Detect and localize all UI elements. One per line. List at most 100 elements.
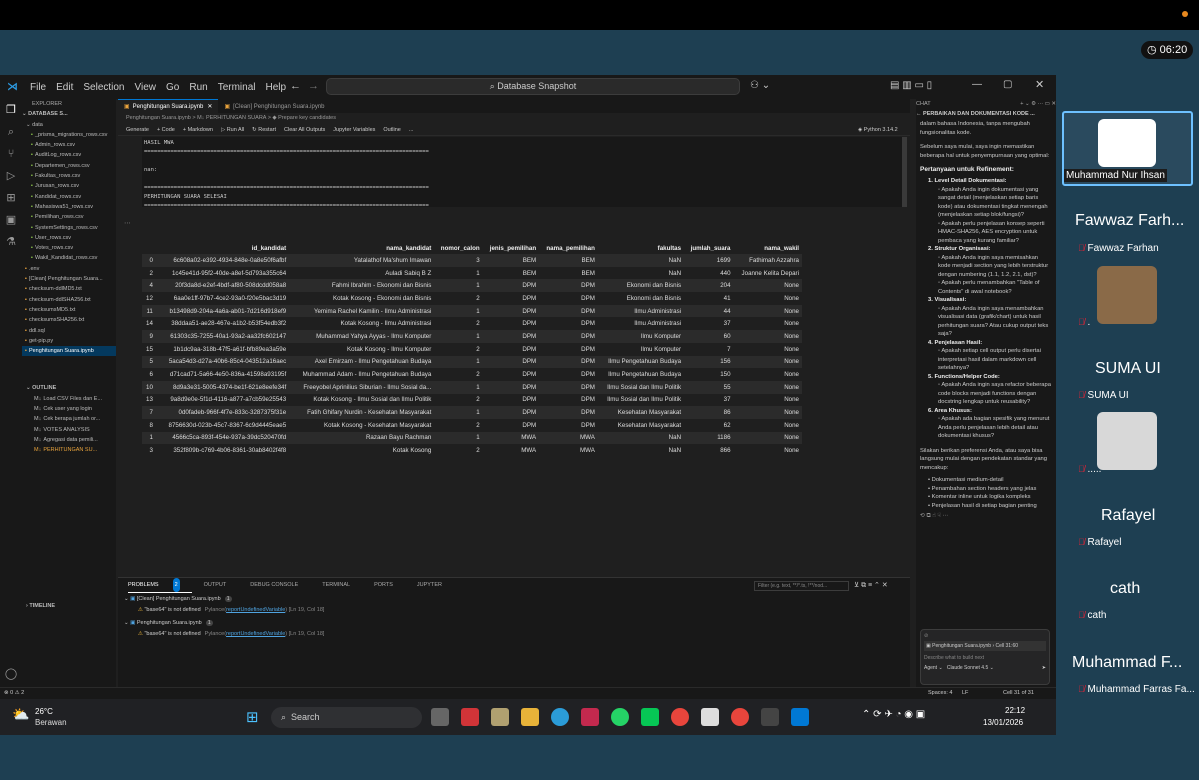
app-icon[interactable] (491, 708, 509, 726)
menu-item-file[interactable]: File (30, 82, 46, 93)
menu-item-help[interactable]: Help (266, 82, 287, 93)
attach-icon[interactable]: ⊘ (924, 633, 1046, 639)
output-scrollbar[interactable] (902, 137, 907, 207)
remote-icon[interactable]: ▣ (0, 209, 22, 231)
cell-more-icon[interactable]: ⋯ (124, 219, 131, 227)
toolbar-button-3[interactable]: ▷ Run All (221, 127, 244, 133)
file-item[interactable]: ▪ [Clean] Penghitungan Suara... (22, 274, 116, 284)
folder-data[interactable]: ⌄ data (22, 120, 116, 130)
panel-tab-problems[interactable]: PROBLEMS 2 (128, 578, 192, 593)
whatsapp-icon[interactable] (611, 708, 629, 726)
menu-item-run[interactable]: Run (189, 82, 207, 93)
file-item[interactable]: ▪ Mahasiswa51_rows.csv (22, 202, 116, 212)
back-arrow-icon[interactable]: ← (290, 80, 301, 92)
status-problems[interactable]: ⊗ 0 ⚠ 2 (4, 690, 24, 696)
run-debug-icon[interactable]: ▷ (0, 165, 22, 187)
copilot-icon[interactable]: ⚇ ⌄ (750, 80, 770, 91)
panel-tab-terminal[interactable]: TERMINAL (322, 578, 362, 592)
chrome-icon[interactable] (671, 708, 689, 726)
chat-feedback-icons[interactable]: ⟲ ⧉ ☝ ☟ ⋯ (920, 513, 1052, 520)
panel-tab-debug-console[interactable]: DEBUG CONSOLE (250, 578, 310, 592)
panel-tab-ports[interactable]: PORTS (374, 578, 405, 592)
app-icon[interactable] (461, 708, 479, 726)
kernel-picker[interactable]: ◈ Python 3.14.2 (858, 127, 898, 133)
breadcrumb[interactable]: Penghitungan Suara.ipynb > M↓ PERHITUNGA… (118, 113, 910, 124)
layout-icons[interactable]: ▤ ▥ ▭ ▯ (890, 80, 932, 91)
source-control-icon[interactable]: ⑂ (0, 143, 22, 165)
store-icon[interactable] (701, 708, 719, 726)
files-icon[interactable]: ❐ (0, 99, 22, 121)
chrome-icon[interactable] (731, 708, 749, 726)
problem-file-row[interactable]: ⌄ ▣ Penghitungan Suara.ipynb 1 (124, 618, 910, 629)
send-icon[interactable]: ➤ (1042, 665, 1046, 671)
file-item[interactable]: ▪ Wakil_Kandidat_rows.csv (22, 253, 116, 263)
forward-arrow-icon[interactable]: → (308, 80, 319, 92)
outline-item[interactable]: M↓ Cek berapa jumlah or... (22, 414, 116, 424)
testing-icon[interactable]: ⚗ (0, 231, 22, 253)
file-item[interactable]: ▪ User_rows.csv (22, 233, 116, 243)
explorer-root[interactable]: ⌄ DATABASE S... (22, 109, 116, 119)
toolbar-button-2[interactable]: + Markdown (183, 127, 213, 133)
chat-input-box[interactable]: ⊘ ▣ Penghitungan Suara.ipynb › Cell 31:6… (920, 629, 1050, 685)
terminal-icon[interactable] (761, 708, 779, 726)
file-item[interactable]: ▪ checksum-ddlSHA256.txt (22, 295, 116, 305)
toolbar-button-7[interactable]: Outline (383, 127, 400, 133)
tab-0[interactable]: ▣ Penghitungan Suara.ipynb ✕ (118, 99, 219, 113)
app-icon[interactable] (581, 708, 599, 726)
tab-close-icon[interactable]: ✕ (207, 104, 212, 110)
file-item[interactable]: ▪ ddl.sql (22, 326, 116, 336)
file-item[interactable]: ▪ AuditLog_rows.csv (22, 150, 116, 160)
file-item[interactable]: ▪ Jurusan_rows.csv (22, 181, 116, 191)
file-item[interactable]: ▪ checksumsMD5.txt (22, 305, 116, 315)
file-item[interactable]: ▪ Votes_rows.csv (22, 243, 116, 253)
file-item[interactable]: ▪ Pemilihan_rows.csv (22, 212, 116, 222)
command-search[interactable]: ⌕ Database Snapshot (326, 78, 740, 95)
start-icon[interactable]: ⊞ (246, 708, 259, 726)
file-item[interactable]: ▪ SystemSettings_rows.csv (22, 223, 116, 233)
panel-action-icons[interactable]: ⊻ ⧉ ≡ ⌃ ✕ (854, 581, 888, 590)
taskbar-search[interactable]: ⌕ Search (271, 707, 422, 728)
problem-code-link[interactable]: reportUndefinedVariable (226, 607, 285, 613)
status-cell[interactable]: Cell 31 of 31 (1003, 690, 1034, 696)
line-icon[interactable] (641, 708, 659, 726)
search-icon[interactable]: ⌕ (0, 121, 22, 143)
file-item[interactable]: ▪ checksumsSHA256.txt (22, 315, 116, 325)
toolbar-button-8[interactable]: ... (409, 127, 414, 133)
account-icon[interactable]: ◯ (0, 663, 22, 685)
model-picker[interactable]: Claude Sonnet 4.5 (947, 665, 988, 671)
menu-item-selection[interactable]: Selection (83, 82, 124, 93)
close-button[interactable]: ✕ (1035, 78, 1044, 91)
toolbar-button-6[interactable]: Jupyter Variables (333, 127, 375, 133)
outline-item[interactable]: M↓ Cek user yang login (22, 404, 116, 414)
file-item[interactable]: ▪ .env (22, 264, 116, 274)
clock-date[interactable]: 13/01/2026 (983, 718, 1023, 727)
menu-item-go[interactable]: Go (166, 82, 179, 93)
tray-icons[interactable]: ⌃ ⟳ ✈ ◔ ◉ ▣ (862, 709, 925, 720)
vscode-taskbar-icon[interactable] (791, 708, 809, 726)
problem-row[interactable]: ⚠ "base64" is not defined Pylance(reportU… (124, 605, 910, 616)
file-explorer-icon[interactable] (521, 708, 539, 726)
toolbar-button-1[interactable]: + Code (157, 127, 175, 133)
file-item[interactable]: ▪ get-pip.py (22, 336, 116, 346)
outline-item[interactable]: M↓ Load CSV Files dan E... (22, 394, 116, 404)
toolbar-button-0[interactable]: Generate (126, 127, 149, 133)
problem-file-row[interactable]: ⌄ ▣ [Clean] Penghitungan Suara.ipynb 1 (124, 594, 910, 605)
problems-filter-input[interactable]: Filter (e.g. text, **/*.ts, !**/nod... (754, 581, 849, 591)
toolbar-button-5[interactable]: Clear All Outputs (284, 127, 325, 133)
menu-item-terminal[interactable]: Terminal (218, 82, 256, 93)
file-item[interactable]: ▪ checksum-ddlMD5.txt (22, 284, 116, 294)
panel-tab-output[interactable]: OUTPUT (204, 578, 239, 592)
file-item[interactable]: ▪ Admin_rows.csv (22, 140, 116, 150)
problem-code-link[interactable]: reportUndefinedVariable (226, 631, 285, 637)
menu-item-edit[interactable]: Edit (56, 82, 73, 93)
extensions-icon[interactable]: ⊞ (0, 187, 22, 209)
timeline-title[interactable]: › TIMELINE (22, 601, 116, 611)
file-item[interactable]: ▪ _prisma_migrations_rows.csv (22, 130, 116, 140)
menu-item-view[interactable]: View (135, 82, 157, 93)
file-item[interactable]: ▪ Fakultas_rows.csv (22, 171, 116, 181)
panel-tab-jupyter[interactable]: JUPYTER (417, 578, 454, 592)
problem-row[interactable]: ⚠ "base64" is not defined Pylance(reportU… (124, 629, 910, 640)
toolbar-button-4[interactable]: ↻ Restart (252, 127, 276, 133)
task-view-icon[interactable] (431, 708, 449, 726)
edge-icon[interactable] (551, 708, 569, 726)
